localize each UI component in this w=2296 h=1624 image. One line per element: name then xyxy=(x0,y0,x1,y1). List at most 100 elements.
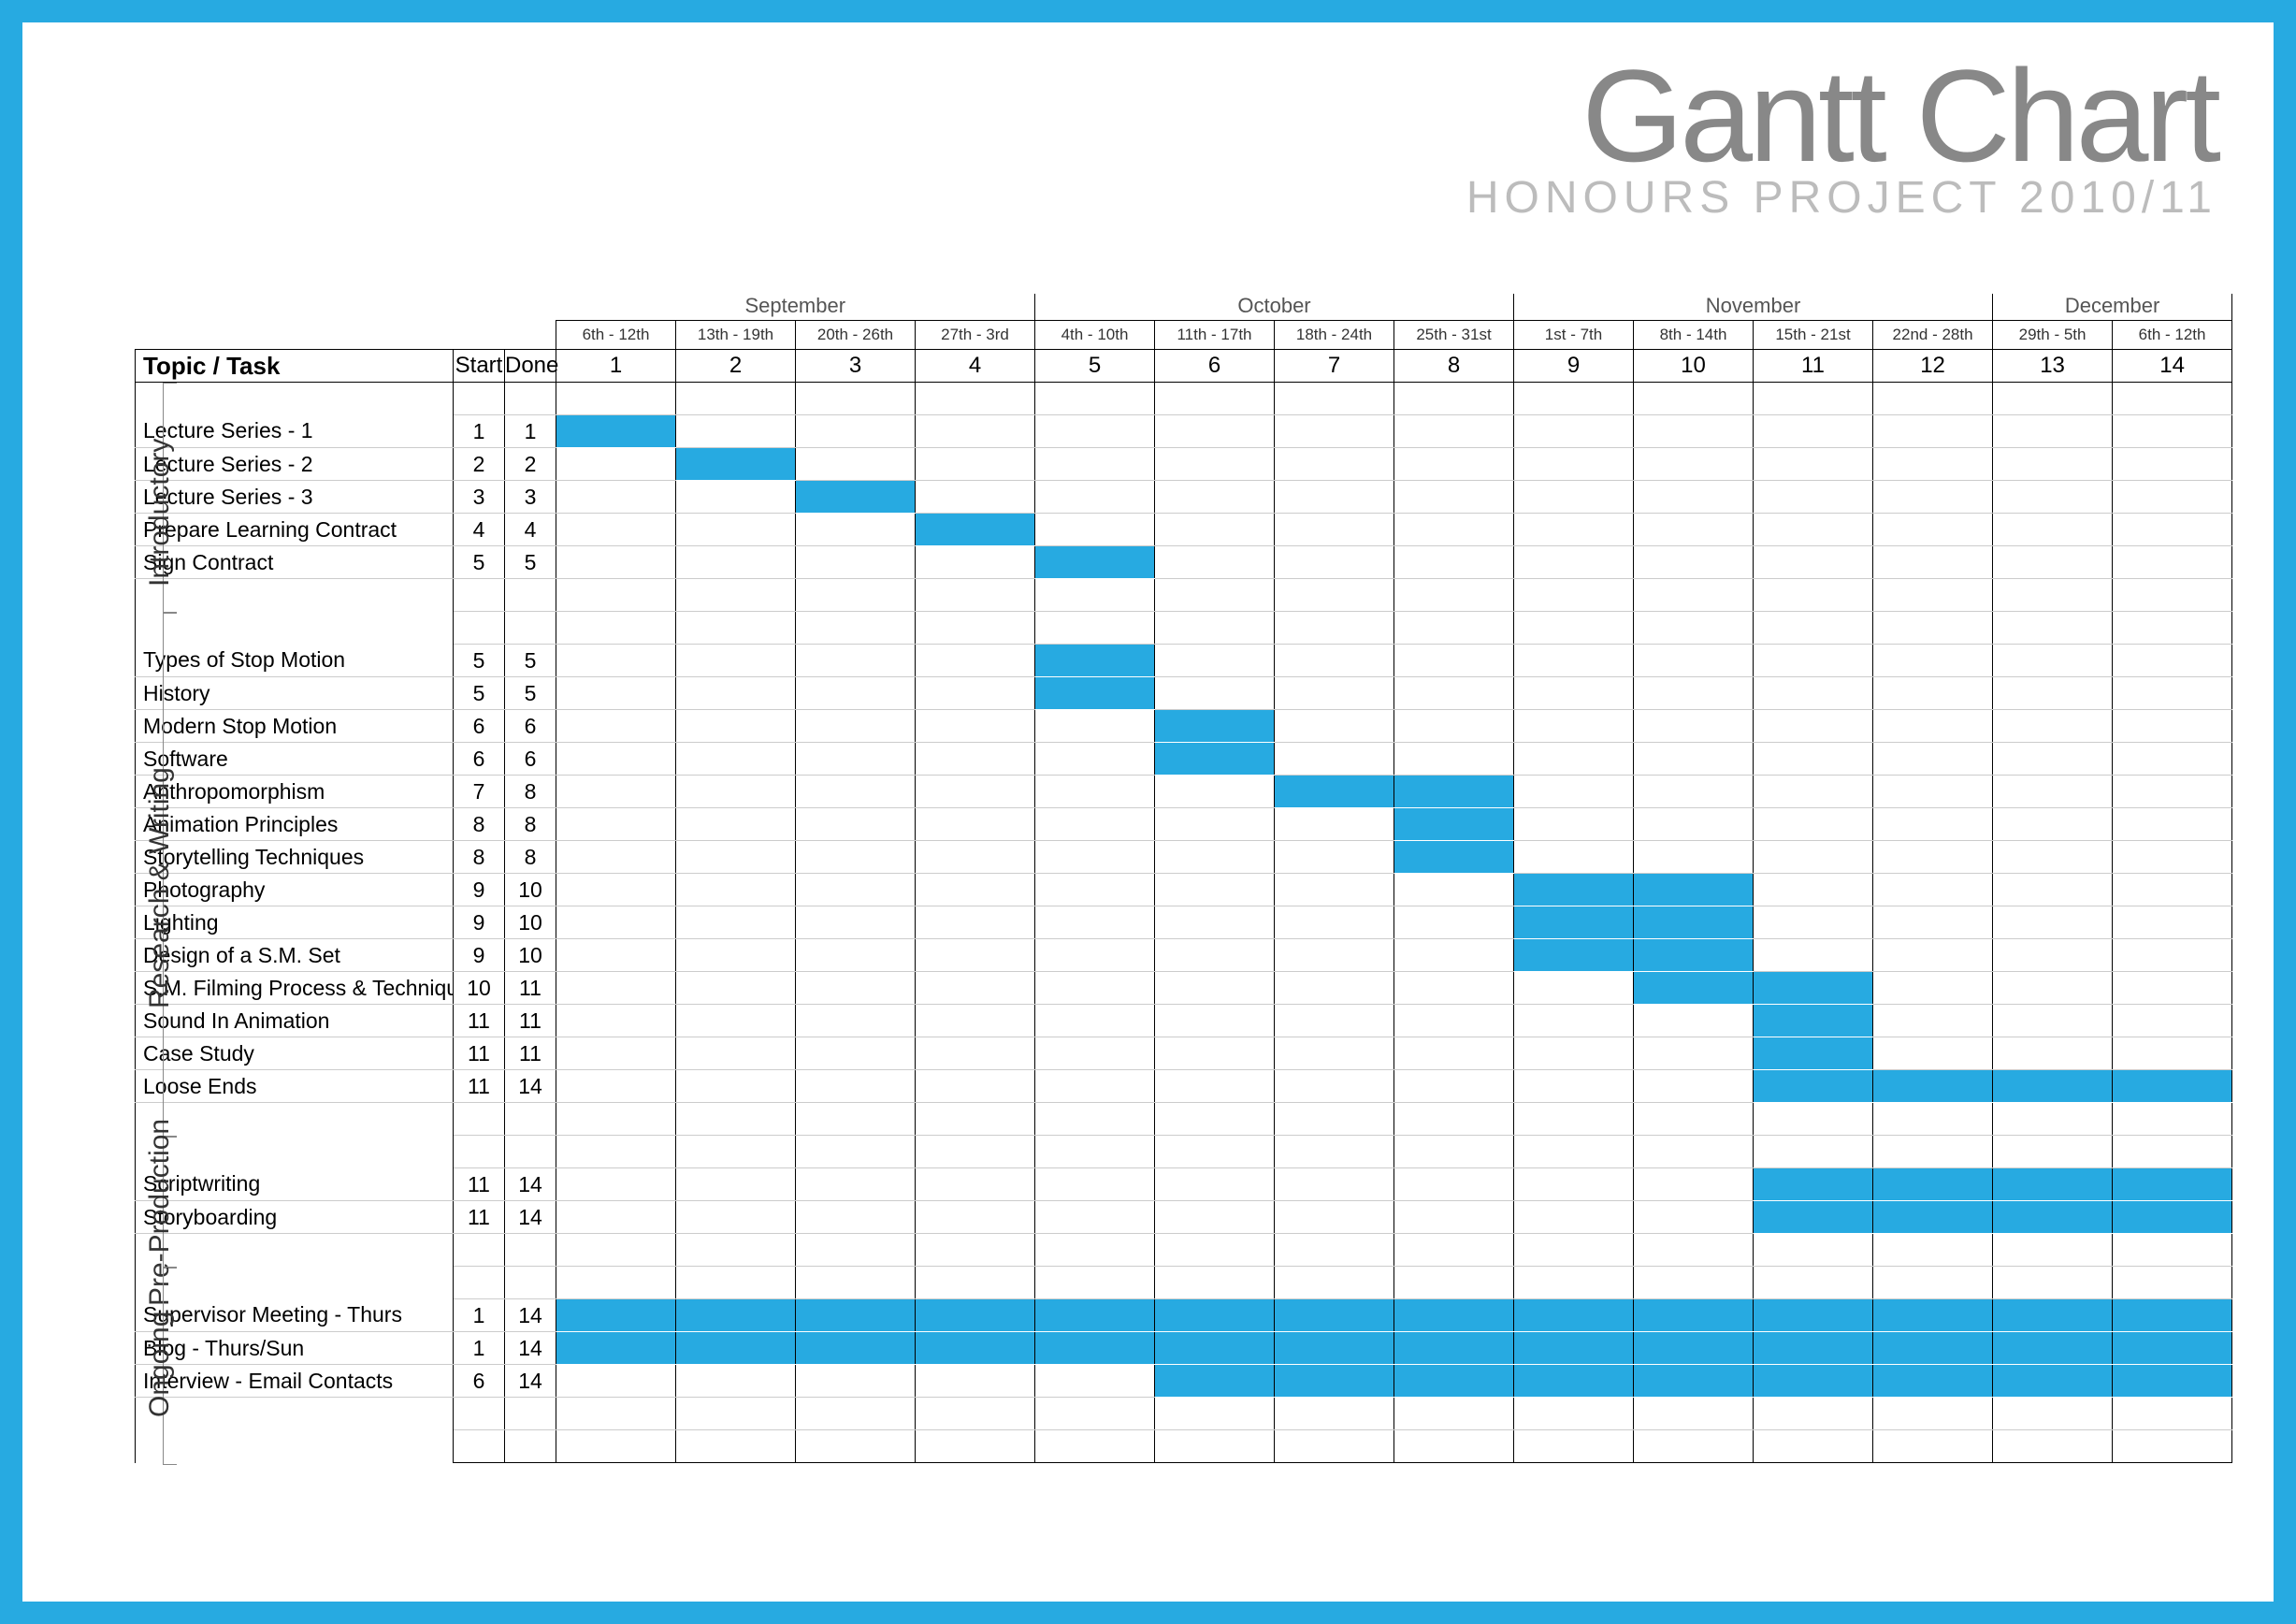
gantt-cell xyxy=(676,415,796,448)
task-row: Storyboarding1114 xyxy=(136,1201,2232,1234)
gantt-cell xyxy=(1275,1201,1394,1234)
task-start: 9 xyxy=(454,874,505,906)
gantt-cell xyxy=(1155,1103,1275,1136)
group-label: Introductory xyxy=(144,439,176,587)
gantt-cell xyxy=(1873,874,1993,906)
gantt-bar xyxy=(1155,1299,1275,1332)
gantt-cell xyxy=(1514,1234,1634,1267)
task-done: 14 xyxy=(505,1070,556,1103)
gantt-cell xyxy=(1035,383,1155,415)
week-number: 4 xyxy=(916,350,1035,383)
gantt-cell xyxy=(796,677,916,710)
gantt-bar xyxy=(1634,972,1754,1005)
gantt-cell xyxy=(1754,546,1873,579)
gantt-cell xyxy=(1275,1103,1394,1136)
gantt-bar xyxy=(1394,1365,1514,1398)
gantt-bar xyxy=(2113,1365,2232,1398)
gantt-cell xyxy=(1754,1136,1873,1168)
task-name: Design of a S.M. Set xyxy=(136,939,454,972)
gantt-cell xyxy=(2113,1136,2232,1168)
gantt-bar xyxy=(556,1332,676,1365)
gantt-cell xyxy=(1155,1398,1275,1430)
group-label: Research & Writing xyxy=(144,767,176,1008)
gantt-cell xyxy=(916,1398,1035,1430)
gantt-cell xyxy=(1275,972,1394,1005)
gantt-cell xyxy=(1634,677,1754,710)
gantt-cell xyxy=(2113,841,2232,874)
gantt-cell xyxy=(556,710,676,743)
task-name xyxy=(136,579,454,612)
week-number: 14 xyxy=(2113,350,2232,383)
gantt-page: Gantt Chart HONOURS PROJECT 2010/11 Sept… xyxy=(0,0,2296,1624)
gantt-cell xyxy=(1634,415,1754,448)
gantt-cell xyxy=(1275,1005,1394,1037)
gantt-cell xyxy=(1514,1070,1634,1103)
gantt-cell xyxy=(916,1365,1035,1398)
gantt-cell xyxy=(1035,939,1155,972)
week-number: 6 xyxy=(1155,350,1275,383)
gantt-cell xyxy=(2113,874,2232,906)
task-start: 11 xyxy=(454,1005,505,1037)
gantt-cell xyxy=(796,776,916,808)
gantt-cell xyxy=(556,874,676,906)
gantt-cell xyxy=(1634,645,1754,677)
gantt-cell xyxy=(1993,743,2113,776)
gantt-cell xyxy=(1514,514,1634,546)
gantt-bar xyxy=(1993,1201,2113,1234)
gantt-cell xyxy=(676,383,796,415)
gantt-cell xyxy=(1514,1037,1634,1070)
gantt-cell xyxy=(2113,743,2232,776)
gantt-cell xyxy=(676,906,796,939)
gantt-cell xyxy=(1275,1136,1394,1168)
gantt-cell xyxy=(1873,841,1993,874)
task-done: 3 xyxy=(505,481,556,514)
task-row: Supervisor Meeting - Thurs114 xyxy=(136,1299,2232,1332)
gantt-bar xyxy=(676,448,796,481)
week-number: 11 xyxy=(1754,350,1873,383)
task-name xyxy=(136,612,454,645)
gantt-cell xyxy=(1035,808,1155,841)
gantt-cell xyxy=(796,710,916,743)
gantt-cell xyxy=(1514,546,1634,579)
gantt-cell xyxy=(1993,1103,2113,1136)
task-name: Loose Ends xyxy=(136,1070,454,1103)
task-start: 11 xyxy=(454,1168,505,1201)
gantt-cell xyxy=(1035,1070,1155,1103)
gantt-bar xyxy=(796,1332,916,1365)
gantt-bar xyxy=(556,1299,676,1332)
task-name xyxy=(136,1136,454,1168)
week-range: 4th - 10th xyxy=(1035,321,1155,350)
gantt-bar xyxy=(1873,1332,1993,1365)
gantt-cell xyxy=(2113,481,2232,514)
gantt-cell xyxy=(676,1136,796,1168)
gantt-bar xyxy=(1873,1365,1993,1398)
gantt-cell xyxy=(1873,612,1993,645)
gantt-cell xyxy=(1394,1168,1514,1201)
gantt-bar xyxy=(1155,710,1275,743)
spacer-row xyxy=(136,1398,2232,1430)
task-start: 11 xyxy=(454,1201,505,1234)
task-name: Anthropomorphism xyxy=(136,776,454,808)
gantt-cell xyxy=(1754,906,1873,939)
task-start: 6 xyxy=(454,710,505,743)
gantt-bar xyxy=(1155,1332,1275,1365)
task-row: Lecture Series - 222 xyxy=(136,448,2232,481)
gantt-cell xyxy=(1873,1103,1993,1136)
gantt-cell xyxy=(796,972,916,1005)
gantt-cell xyxy=(1035,1103,1155,1136)
task-done: 10 xyxy=(505,874,556,906)
gantt-cell xyxy=(916,906,1035,939)
gantt-cell xyxy=(676,1005,796,1037)
gantt-cell xyxy=(2113,514,2232,546)
gantt-cell xyxy=(1634,1037,1754,1070)
task-done xyxy=(505,612,556,645)
week-range: 8th - 14th xyxy=(1634,321,1754,350)
gantt-cell xyxy=(1754,776,1873,808)
gantt-cell xyxy=(1634,1168,1754,1201)
gantt-cell xyxy=(1993,481,2113,514)
task-row: Design of a S.M. Set910 xyxy=(136,939,2232,972)
gantt-cell xyxy=(1634,1430,1754,1463)
gantt-cell xyxy=(1754,579,1873,612)
gantt-cell xyxy=(1394,1136,1514,1168)
gantt-bar xyxy=(1275,776,1394,808)
